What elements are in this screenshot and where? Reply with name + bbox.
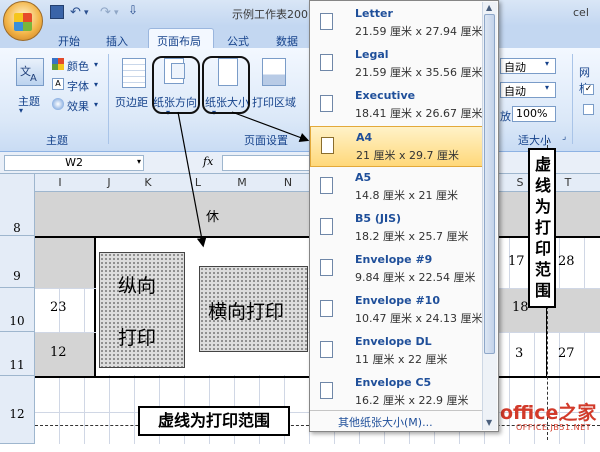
scroll-up-icon[interactable]: ▲: [486, 3, 492, 12]
paper-size: 10.47 厘米 x 24.13 厘米: [355, 312, 483, 325]
paper-name: A5: [355, 171, 372, 184]
vertical-note-char: 为: [534, 197, 551, 216]
watermark-brand: office之家: [500, 402, 597, 424]
size-arrow: [231, 111, 310, 142]
paper-item-a4[interactable]: A4 21 厘米 x 29.7 厘米: [310, 126, 488, 167]
page-icon: [320, 259, 333, 276]
page-icon: [321, 137, 334, 154]
page-icon: [320, 13, 333, 30]
paper-item-envelope-9[interactable]: Envelope #9 9.84 厘米 x 22.54 厘米: [310, 249, 488, 290]
paper-size: 18.41 厘米 x 26.67 厘米: [355, 107, 483, 120]
vertical-note-box: 虚 线 为 打 印 范 围: [528, 148, 556, 308]
watermark-url: OFFICE.JB51.NET: [516, 423, 592, 432]
paper-name: Envelope #9: [355, 253, 433, 266]
page-icon: [320, 218, 333, 235]
paper-item-executive[interactable]: Executive 18.41 厘米 x 26.67 厘米: [310, 85, 488, 126]
paper-name: A4: [356, 131, 373, 144]
paper-item-b5[interactable]: B5 (JIS) 18.2 厘米 x 25.7 厘米: [310, 208, 488, 249]
paper-name: Legal: [355, 48, 389, 61]
page-icon: [320, 300, 333, 317]
paper-item-envelope-dl[interactable]: Envelope DL 11 厘米 x 22 厘米: [310, 331, 488, 372]
page-icon: [320, 341, 333, 358]
paper-size: 14.8 厘米 x 21 厘米: [355, 189, 458, 202]
paper-name: Letter: [355, 7, 393, 20]
page-icon: [320, 95, 333, 112]
paper-name: B5 (JIS): [355, 212, 402, 225]
orientation-arrow: [177, 111, 207, 248]
annotation-arrows: [177, 111, 310, 248]
paper-size: 9.84 厘米 x 22.54 厘米: [355, 271, 476, 284]
vertical-note-char: 围: [534, 281, 551, 300]
paper-name: Executive: [355, 89, 416, 102]
vertical-note-char: 范: [534, 260, 551, 279]
paper-item-envelope-10[interactable]: Envelope #10 10.47 厘米 x 24.13 厘米: [310, 290, 488, 331]
bottom-note-box: 虚线为打印范围: [138, 406, 290, 436]
menu-scroll-thumb[interactable]: [484, 14, 495, 354]
page-icon: [320, 382, 333, 399]
menu-footer: 其他纸张大小(M)...: [310, 410, 482, 430]
scroll-down-icon[interactable]: ▼: [486, 418, 492, 427]
paper-size: 16.2 厘米 x 22.9 厘米: [355, 394, 469, 407]
paper-item-letter[interactable]: Letter 21.59 厘米 x 27.94 厘米: [310, 3, 488, 44]
paper-name: Envelope #10: [355, 294, 440, 307]
page-icon: [320, 177, 333, 194]
paper-item-a5[interactable]: A5 14.8 厘米 x 21 厘米: [310, 167, 488, 208]
paper-name: Envelope C5: [355, 376, 432, 389]
vertical-note-char: 打: [534, 218, 551, 237]
vertical-note-char: 虚: [534, 155, 551, 174]
more-paper-sizes-link[interactable]: 其他纸张大小(M)...: [338, 414, 433, 430]
paper-item-envelope-c5[interactable]: Envelope C5 16.2 厘米 x 22.9 厘米: [310, 372, 488, 413]
paper-size: 11 厘米 x 22 厘米: [355, 353, 448, 366]
paper-size-menu: Letter 21.59 厘米 x 27.94 厘米 Legal 21.59 厘…: [309, 0, 499, 432]
vertical-note-char: 线: [534, 176, 551, 195]
paper-size: 21 厘米 x 29.7 厘米: [356, 149, 459, 162]
paper-size: 21.59 厘米 x 35.56 厘米: [355, 66, 483, 79]
vertical-note-char: 印: [534, 239, 551, 258]
paper-item-legal[interactable]: Legal 21.59 厘米 x 35.56 厘米: [310, 44, 488, 85]
paper-name: Envelope DL: [355, 335, 432, 348]
paper-size: 21.59 厘米 x 27.94 厘米: [355, 25, 483, 38]
page-icon: [320, 54, 333, 71]
paper-size: 18.2 厘米 x 25.7 厘米: [355, 230, 469, 243]
